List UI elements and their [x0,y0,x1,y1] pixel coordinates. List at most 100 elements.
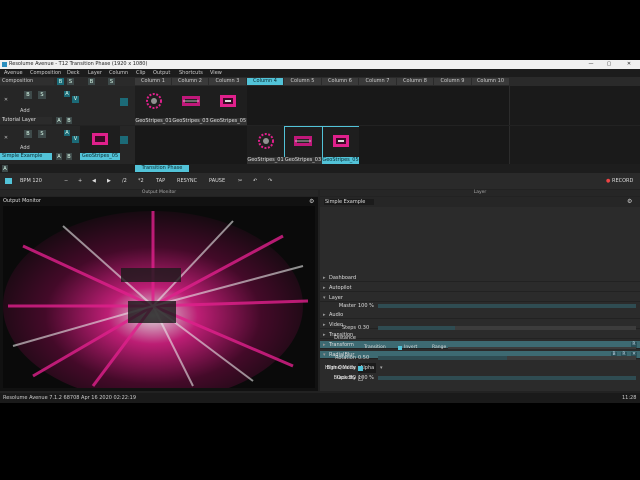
bpm-display[interactable]: BPM 120 [20,173,42,189]
empty-clip-slot[interactable] [359,126,398,164]
minimize-button[interactable]: — [584,60,598,69]
black-bg-checkbox[interactable] [358,376,363,381]
column-2-header[interactable]: Column 2 [172,78,208,85]
rotation-slider[interactable] [378,356,636,360]
param-black-bg[interactable]: Black BG [320,373,640,383]
layer-2-clear-icon[interactable]: ✕ [2,134,10,142]
maximize-button[interactable]: ▢ [602,60,616,69]
bpm-minus-button[interactable]: − [64,173,68,189]
layer-2-b-button[interactable]: B [24,130,32,138]
layer-2-v-toggle[interactable]: V [72,136,79,143]
record-button[interactable]: RECORD [612,173,633,189]
layer-1-v-toggle[interactable]: V [72,96,79,103]
empty-clip-slot[interactable] [434,126,473,164]
row-dashboard[interactable]: ▸ Dashboard [320,274,640,282]
high-quality-checkbox[interactable] [358,366,363,371]
layer-1-clear-icon[interactable]: ✕ [2,96,10,104]
param-rotation[interactable]: Rotation 0.50 [320,353,640,363]
param-distance[interactable]: Distance [320,333,640,343]
layer-settings-icon[interactable]: ⚙ [627,198,632,205]
comp-s2-button[interactable]: S [108,78,115,85]
invert-checkbox[interactable] [398,346,402,350]
empty-clip-slot[interactable] [209,126,248,164]
empty-clip-slot[interactable] [172,126,210,164]
empty-clip-slot[interactable] [472,86,510,125]
tap-button[interactable]: TAP [156,173,165,189]
layer-1-preview-icon[interactable] [120,98,128,106]
nudge-back-button[interactable]: ◀ [92,173,96,189]
column-5-header[interactable]: Column 5 [284,78,321,85]
empty-clip-slot[interactable] [322,86,360,125]
layer-1-s-button[interactable]: S [38,91,46,99]
empty-clip-slot[interactable] [472,126,510,164]
menu-output[interactable]: Output [153,69,170,77]
divide-button[interactable]: /2 [122,173,127,189]
empty-clip-slot[interactable] [135,126,173,164]
column-7-header[interactable]: Column 7 [359,78,396,85]
layer-1-b-button[interactable]: B [24,91,32,99]
menu-column[interactable]: Column [109,69,128,77]
layer-2-add[interactable]: Add [20,145,32,152]
layer-2-a-toggle[interactable]: A [64,130,70,136]
comp-s-button[interactable]: S [67,78,74,85]
steps-slider[interactable] [378,326,636,330]
column-8-header[interactable]: Column 8 [397,78,433,85]
range-slider[interactable] [448,347,636,349]
master-slider[interactable] [378,304,636,308]
row-audio[interactable]: ▸ Audio [320,311,640,319]
layer-1-a-button[interactable]: A [56,117,62,124]
column-4-header[interactable]: Column 4 [247,78,283,85]
layer-name-field[interactable]: Simple Example [324,199,374,205]
layer-1-clip-3[interactable]: GeoStripes_05 [209,86,248,125]
menu-avenue[interactable]: Avenue [4,69,23,77]
layer-2-clip-3[interactable]: GeoStripes_05 [322,126,360,164]
layer-1-add[interactable]: Add [20,108,32,115]
bpm-plus-button[interactable]: + [78,173,82,189]
layer-2-clip-2[interactable]: GeoStripes_03 [284,126,323,164]
column-10-header[interactable]: Column 10 [472,78,509,85]
layer-2-name[interactable]: Simple Example [0,153,52,160]
param-steps[interactable]: Steps 0.30 [320,323,640,333]
menu-clip[interactable]: Clip [136,69,145,77]
redo-icon[interactable]: ↷ [268,173,272,189]
menu-layer[interactable]: Layer [88,69,102,77]
menu-view[interactable]: View [210,69,222,77]
layer-2-preview-icon[interactable] [120,136,128,144]
column-6-header[interactable]: Column 6 [322,78,358,85]
layer-1-a-toggle[interactable]: A [64,91,70,97]
layer-1-b2-button[interactable]: B [66,117,72,124]
empty-clip-slot[interactable] [284,86,323,125]
param-distance-transition[interactable]: Transition Invert Range [320,343,640,353]
layer-1-clip-2[interactable]: GeoStripes_03 [172,86,210,125]
empty-clip-slot[interactable] [397,86,435,125]
undo-icon[interactable]: ↶ [253,173,257,189]
layer-2-s-button[interactable]: S [38,130,46,138]
nudge-forward-button[interactable]: ▶ [107,173,111,189]
multiply-button[interactable]: *2 [138,173,144,189]
pause-button[interactable]: PAUSE [209,173,225,189]
layer-2-clip-1[interactable]: GeoStripes_01 [247,126,285,164]
param-high-quality[interactable]: High Quality [320,363,640,373]
monitor-settings-icon[interactable]: ⚙ [309,198,314,205]
empty-clip-slot[interactable] [397,126,435,164]
empty-clip-slot[interactable] [434,86,473,125]
empty-clip-slot[interactable] [247,86,285,125]
deck-tab-transition-phase[interactable]: Transition Phase [135,165,189,172]
close-button[interactable]: ✕ [622,60,636,69]
empty-clip-slot[interactable] [359,86,398,125]
menu-shortcuts[interactable]: Shortcuts [179,69,203,77]
autopilot-icon[interactable]: ✂ [238,173,242,189]
row-autopilot[interactable]: ▸ Autopilot [320,284,640,292]
composition-label[interactable]: Composition [0,78,54,85]
layer-2-b2-button[interactable]: B [66,153,72,160]
param-master[interactable]: Master 100 % [320,301,640,311]
resync-button[interactable]: RESYNC [177,173,197,189]
column-9-header[interactable]: Column 9 [434,78,471,85]
layer-1-name[interactable]: Tutorial Layer [0,117,52,124]
comp-b2-button[interactable]: B [88,78,95,85]
column-3-header[interactable]: Column 3 [209,78,246,85]
deck-a-button[interactable]: A [2,165,8,172]
metronome-icon[interactable] [5,178,12,184]
layer-2-current-clip[interactable]: GeoStripes_05 [80,126,120,160]
comp-b-button[interactable]: B [57,78,64,85]
